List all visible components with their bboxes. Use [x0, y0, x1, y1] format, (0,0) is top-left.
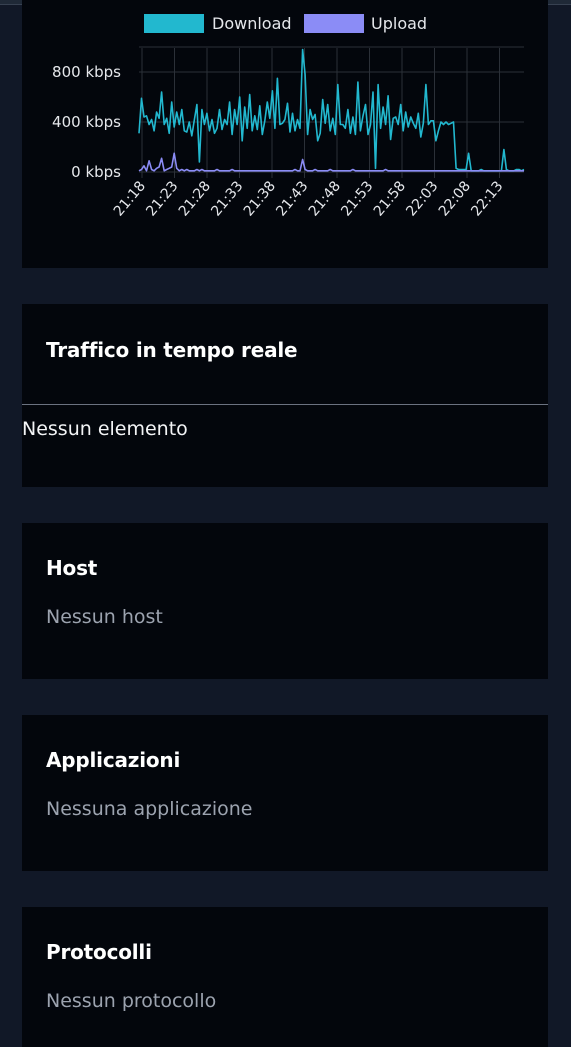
x-tick-label: 22:13	[468, 178, 506, 219]
x-tick-label: 22:03	[403, 178, 441, 219]
legend-swatch-download	[144, 14, 204, 33]
x-tick-label: 21:18	[111, 178, 149, 219]
realtime-traffic-card: Traffico in tempo reale Nessun elemento	[22, 304, 548, 487]
protocols-empty-text: Nessun protocollo	[46, 990, 217, 1012]
realtime-traffic-title: Traffico in tempo reale	[46, 338, 298, 362]
realtime-empty-text: Nessun elemento	[22, 418, 188, 440]
traffic-chart-card: 0 kbps 400 kbps 800 kbps 21:18 21:23 21:28 21:…	[22, 0, 548, 268]
x-tick-label: 21:33	[208, 178, 246, 219]
legend-swatch-upload	[304, 14, 364, 33]
x-tick-label: 22:08	[436, 178, 474, 219]
y-tick-label: 0 kbps	[71, 163, 121, 181]
divider	[22, 404, 548, 405]
protocols-title: Protocolli	[46, 940, 152, 964]
legend-label-download: Download	[212, 14, 292, 33]
legend-label-upload: Upload	[371, 14, 427, 33]
x-tick-label: 21:58	[371, 178, 409, 219]
x-tick-label: 21:23	[143, 178, 181, 219]
hosts-card: Host Nessun host	[22, 523, 548, 679]
y-tick-label: 800 kbps	[52, 63, 121, 81]
applications-title: Applicazioni	[46, 748, 181, 772]
x-tick-label: 21:38	[241, 178, 279, 219]
series-line-download	[138, 48, 525, 172]
x-tick-label: 21:48	[306, 178, 344, 219]
x-tick-label: 21:53	[338, 178, 376, 219]
hosts-title: Host	[46, 556, 98, 580]
x-tick-label: 21:43	[273, 178, 311, 219]
y-tick-label: 400 kbps	[52, 113, 121, 131]
applications-card: Applicazioni Nessuna applicazione	[22, 715, 548, 871]
protocols-card: Protocolli Nessun protocollo	[22, 907, 548, 1047]
hosts-empty-text: Nessun host	[46, 606, 163, 628]
x-tick-label: 21:28	[176, 178, 214, 219]
applications-empty-text: Nessuna applicazione	[46, 798, 253, 820]
traffic-chart: 0 kbps400 kbps800 kbps21:1821:2321:2821:…	[52, 14, 525, 219]
